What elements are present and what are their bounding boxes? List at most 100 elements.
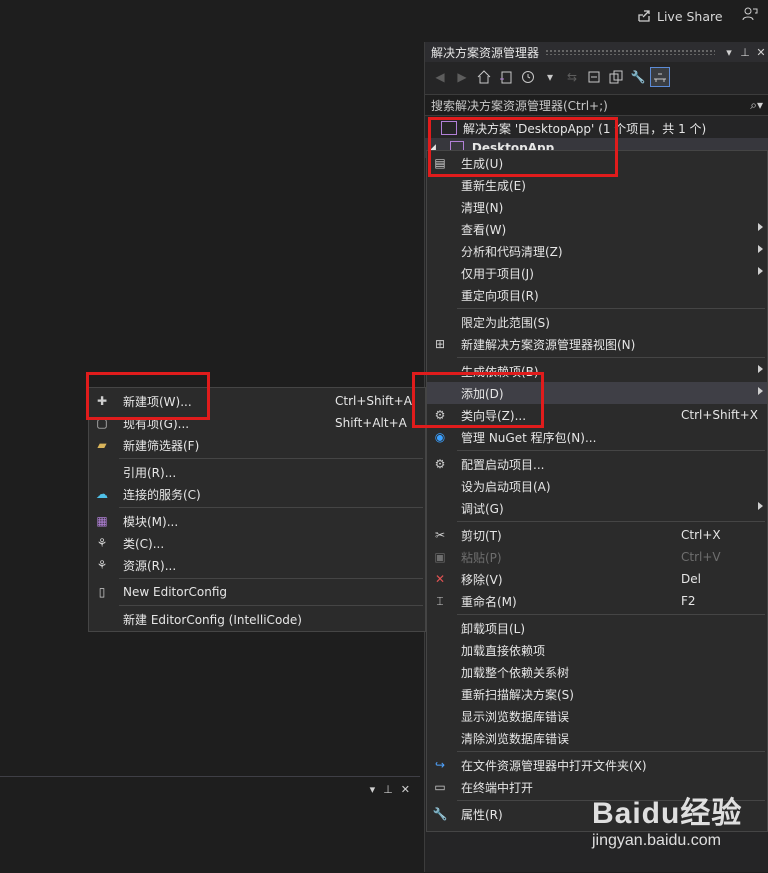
menu-separator xyxy=(119,604,423,606)
menu-separator xyxy=(457,307,765,309)
menu-item-label: 仅用于项目(J) xyxy=(461,266,534,281)
menu-item[interactable]: ▰ 新建筛选器(F) xyxy=(89,434,425,456)
search-icon[interactable]: ⌕▾ xyxy=(750,98,763,113)
gear-icon: ⚙ xyxy=(434,457,446,471)
menu-item[interactable]: ▦ 模块(M)... xyxy=(89,510,425,532)
menu-item-label: 新建解决方案资源管理器视图(N) xyxy=(461,337,636,352)
chevron-down-icon[interactable]: ▾ xyxy=(370,783,376,796)
highlight-box-new-item xyxy=(86,372,210,420)
history-icon[interactable] xyxy=(519,68,537,86)
solution-explorer-search[interactable]: 搜索解决方案资源管理器(Ctrl+;) ⌕▾ xyxy=(425,94,768,116)
watermark-logo: Baidu经验 xyxy=(592,797,743,830)
menu-item[interactable]: 限定为此范围(S) xyxy=(427,311,767,333)
menu-item-label: 加载整个依赖关系树 xyxy=(461,665,570,680)
wrench-icon: 🔧 xyxy=(432,807,448,821)
menu-item-label: 重新扫描解决方案(S) xyxy=(461,687,574,702)
highlight-box-add xyxy=(412,372,544,428)
menu-item[interactable]: ⚙ 配置启动项目... xyxy=(427,453,767,475)
menu-item-label: 引用(R)... xyxy=(123,465,177,480)
menu-item[interactable]: 调试(G) xyxy=(427,497,767,519)
menu-item[interactable]: ✂ 剪切(T) Ctrl+X xyxy=(427,524,767,546)
menu-item[interactable]: 重新扫描解决方案(S) xyxy=(427,683,767,705)
menu-item[interactable]: ✕ 移除(V) Del xyxy=(427,568,767,590)
menu-item-shortcut: Ctrl+Shift+X xyxy=(681,408,758,422)
search-input[interactable]: 搜索解决方案资源管理器(Ctrl+;) xyxy=(431,97,750,114)
project-context-menu: ▤ 生成(U) 重新生成(E) 清理(N) 查看(W) 分析和代码清理(Z) 仅用于项目(J… xyxy=(426,150,768,832)
menu-item-shortcut: Del xyxy=(681,572,701,586)
sync-icon[interactable]: ⇆ xyxy=(563,68,581,86)
menu-separator xyxy=(457,520,765,522)
preview-icon[interactable] xyxy=(650,67,670,87)
menu-item[interactable]: 加载整个依赖关系树 xyxy=(427,661,767,683)
live-share-button[interactable]: Live Share xyxy=(637,6,723,26)
menu-item-label: 移除(V) xyxy=(461,572,503,587)
menu-item-label: 卸载项目(L) xyxy=(461,621,526,636)
menu-item-label: 属性(R) xyxy=(461,807,503,822)
menu-item-label: 配置启动项目... xyxy=(461,457,545,472)
submenu-arrow-icon xyxy=(758,387,763,395)
menu-item[interactable]: ↪ 在文件资源管理器中打开文件夹(X) xyxy=(427,754,767,776)
menu-item-label: 设为启动项目(A) xyxy=(461,479,551,494)
chevron-down-icon[interactable]: ▾ xyxy=(541,68,559,86)
pin-icon[interactable]: ⊥ xyxy=(737,46,753,59)
resource-icon: ⚘ xyxy=(96,558,108,572)
menu-item-label: 分析和代码清理(Z) xyxy=(461,244,563,259)
submenu-arrow-icon xyxy=(758,502,763,510)
panel-controls: ▾ ⊥ ✕ xyxy=(370,783,410,796)
menu-item[interactable]: ⊞ 新建解决方案资源管理器视图(N) xyxy=(427,333,767,355)
properties-wrench-icon[interactable]: 🔧 xyxy=(629,68,647,86)
pin-icon[interactable]: ⊥ xyxy=(383,783,393,796)
forward-icon[interactable]: ▶ xyxy=(453,68,471,86)
menu-item-label: 新建筛选器(F) xyxy=(123,438,200,453)
back-icon[interactable]: ◀ xyxy=(431,68,449,86)
switch-views-icon[interactable] xyxy=(497,68,515,86)
output-panel: ▾ ⊥ ✕ xyxy=(0,776,420,873)
nuget-icon: ◉ xyxy=(434,430,446,444)
rename-icon: ⌶ xyxy=(436,593,444,608)
new-view-icon: ⊞ xyxy=(434,337,446,351)
menu-item[interactable]: ◉ 管理 NuGet 程序包(N)... xyxy=(427,426,767,448)
menu-item-label: 清理(N) xyxy=(461,200,504,215)
collapse-all-icon[interactable] xyxy=(585,68,603,86)
menu-item-label: 重新生成(E) xyxy=(461,178,526,193)
menu-item[interactable]: ☁ 连接的服务(C) xyxy=(89,483,425,505)
menu-item[interactable]: 显示浏览数据库错误 xyxy=(427,705,767,727)
show-all-files-icon[interactable] xyxy=(607,68,625,86)
chevron-down-icon[interactable]: ▾ xyxy=(721,46,737,59)
menu-item[interactable]: 加载直接依赖项 xyxy=(427,639,767,661)
menu-item-label: 模块(M)... xyxy=(123,514,179,529)
terminal-icon: ▭ xyxy=(434,780,446,794)
menu-item[interactable]: ⚘ 类(C)... xyxy=(89,532,425,554)
menu-item[interactable]: ⌶ 重命名(M) F2 xyxy=(427,590,767,612)
menu-item-label: 在终端中打开 xyxy=(461,780,534,795)
menu-item[interactable]: 重定向项目(R) xyxy=(427,284,767,306)
menu-item-shortcut: Ctrl+Shift+A xyxy=(335,394,412,408)
solution-explorer-title: 解决方案资源管理器 xyxy=(431,45,540,60)
live-share-label: Live Share xyxy=(657,8,723,24)
menu-item-label: 在文件资源管理器中打开文件夹(X) xyxy=(461,758,647,773)
menu-item: ▣ 粘贴(P) Ctrl+V xyxy=(427,546,767,568)
menu-item[interactable]: 清理(N) xyxy=(427,196,767,218)
menu-item[interactable]: 分析和代码清理(Z) xyxy=(427,240,767,262)
solution-explorer-toolbar: ◀ ▶ ▾ ⇆ 🔧 xyxy=(425,64,768,90)
menu-item[interactable]: 仅用于项目(J) xyxy=(427,262,767,284)
close-icon[interactable]: ✕ xyxy=(753,46,768,59)
menu-item-label: 显示浏览数据库错误 xyxy=(461,709,570,724)
drag-handle[interactable] xyxy=(545,49,715,55)
close-icon[interactable]: ✕ xyxy=(401,783,410,796)
menu-item[interactable]: 卸载项目(L) xyxy=(427,617,767,639)
menu-item-label: 调试(G) xyxy=(461,501,504,516)
filter-folder-icon: ▰ xyxy=(97,438,107,452)
menu-item-label: 管理 NuGet 程序包(N)... xyxy=(461,430,597,445)
home-icon[interactable] xyxy=(475,68,493,86)
menu-item[interactable]: 新建 EditorConfig (IntelliCode) xyxy=(89,608,425,630)
menu-item[interactable]: 引用(R)... xyxy=(89,461,425,483)
feedback-icon[interactable] xyxy=(742,6,760,24)
menu-item[interactable]: ⚘ 资源(R)... xyxy=(89,554,425,576)
menu-item[interactable]: 清除浏览数据库错误 xyxy=(427,727,767,749)
menu-item[interactable]: 设为启动项目(A) xyxy=(427,475,767,497)
menu-separator xyxy=(457,356,765,358)
menu-item[interactable]: ▯ New EditorConfig xyxy=(89,581,425,603)
menu-item[interactable]: 查看(W) xyxy=(427,218,767,240)
menu-item[interactable]: 重新生成(E) xyxy=(427,174,767,196)
